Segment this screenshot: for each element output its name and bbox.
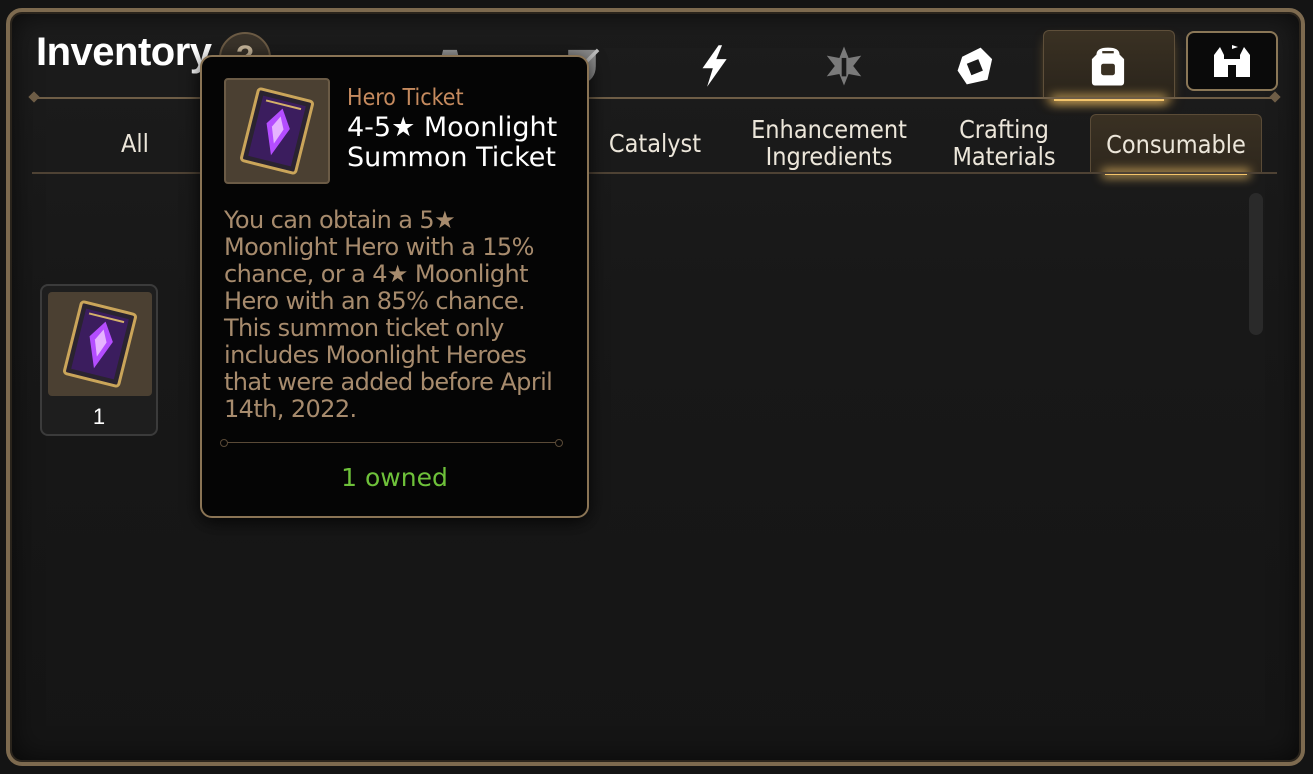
summon-ticket-icon <box>48 292 152 396</box>
summon-ticket-icon <box>224 78 330 184</box>
page-title: Inventory <box>36 30 212 74</box>
lightning-icon[interactable] <box>684 38 744 94</box>
item-name: 4-5★ Moonlight Summon Ticket <box>347 112 558 173</box>
tab-crafting-materials[interactable]: Crafting Materials <box>938 114 1070 172</box>
tab-consumable[interactable]: Consumable <box>1090 114 1262 175</box>
rune-icon[interactable] <box>814 38 874 94</box>
owned-count: 1 owned <box>341 463 448 492</box>
crystal-icon[interactable] <box>946 38 1006 94</box>
castle-shop-icon[interactable] <box>1186 31 1278 91</box>
item-type-label: Hero Ticket <box>347 85 464 111</box>
tab-all[interactable]: All <box>90 114 180 172</box>
tooltip-divider <box>220 439 563 447</box>
tab-catalyst[interactable]: Catalyst <box>598 114 712 172</box>
item-tooltip: Hero Ticket 4-5★ Moonlight Summon Ticket… <box>200 55 589 518</box>
inventory-item-slot[interactable]: 1 <box>40 284 158 436</box>
scrollbar[interactable] <box>1249 193 1263 335</box>
tab-enhancement-ingredients[interactable]: Enhancement Ingredients <box>742 114 916 172</box>
item-description: You can obtain a 5★ Moonlight Hero with … <box>224 206 553 423</box>
backpack-icon[interactable] <box>1078 38 1138 94</box>
item-count: 1 <box>92 404 106 429</box>
